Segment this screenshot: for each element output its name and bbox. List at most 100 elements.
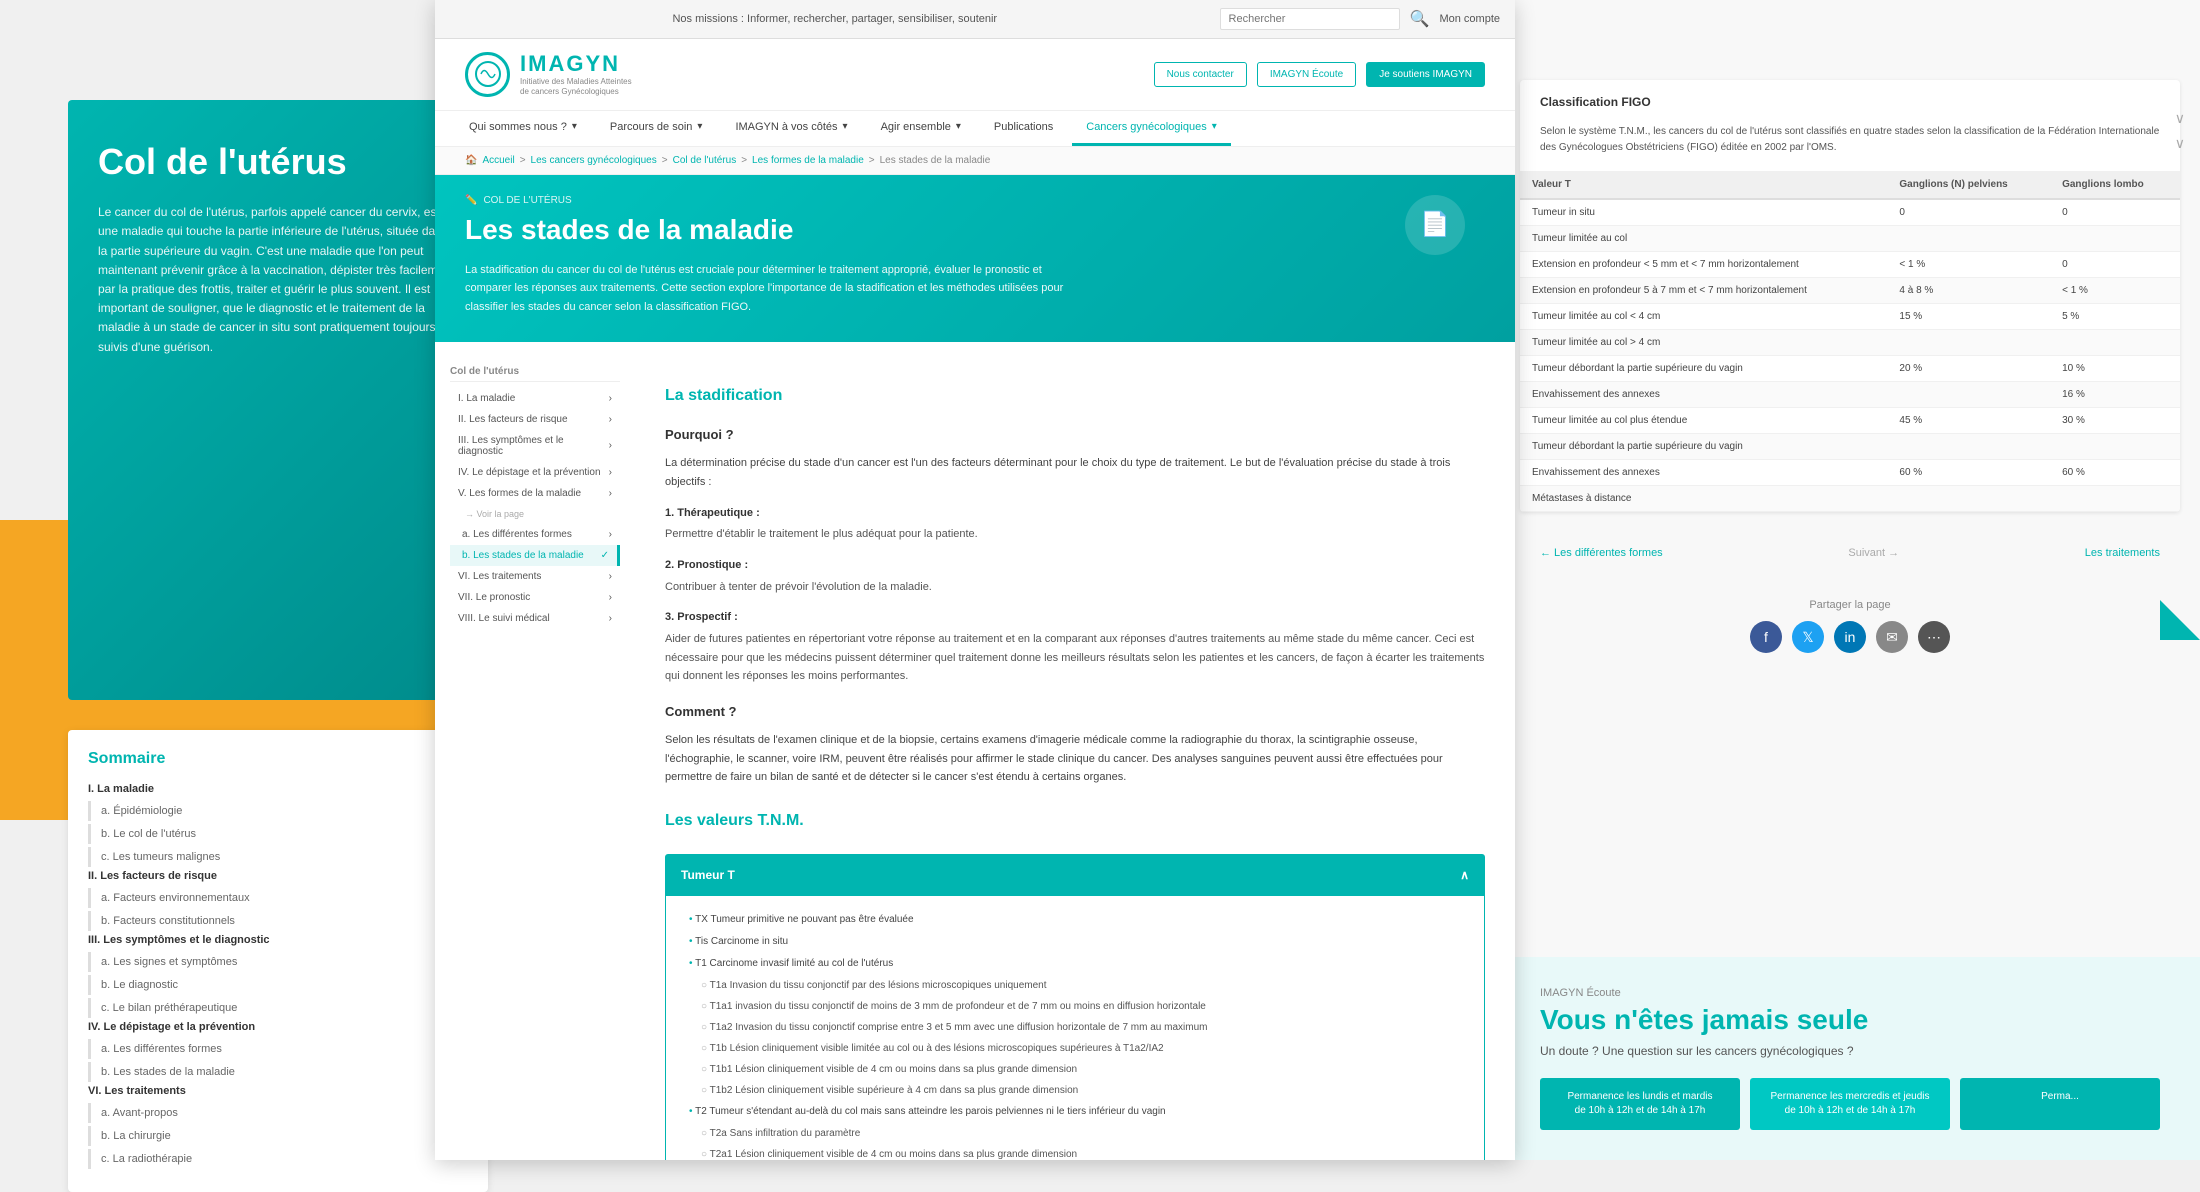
breadcrumb-cancers[interactable]: Les cancers gynécologiques [531,155,657,166]
breadcrumb-col[interactable]: Col de l'utérus [673,155,737,166]
page-intro: La stadification du cancer du col de l'u… [465,261,1065,317]
toc-section-5[interactable]: VI. Les traitements [88,1085,468,1097]
toc-item[interactable]: c. La radiothérapie [88,1149,468,1169]
tnm-t1b2: T1b2 Lésion cliniquement visible supérie… [681,1082,1469,1099]
sidebar-item-stades[interactable]: b. Les stades de la maladie ✓ [450,545,620,566]
share-title: Partager la page [1520,599,2180,611]
table-row: Tumeur in situ 0 0 [1520,199,2180,226]
chevron-down-icon: ▾ [572,121,577,132]
expand-icon-1[interactable]: ∨ [2175,110,2185,127]
logo-subtitle: Initiative des Maladies Atteintes de can… [520,77,632,98]
sidebar-item-formes[interactable]: V. Les formes de la maladie › [450,483,620,504]
ecoute-button[interactable]: IMAGYN Écoute [1257,62,1356,87]
share-twitter-button[interactable]: 𝕏 [1792,621,1824,653]
browser-url: Nos missions : Informer, rechercher, par… [450,13,1220,25]
logo-name: IMAGYN [520,51,632,77]
tnm-accordion: Tumeur T ∧ TX Tumeur primitive ne pouvan… [665,854,1485,1160]
tnm-t1a: T1a Invasion du tissu conjonctif par des… [681,977,1469,994]
chevron-down-icon: ▾ [843,121,848,132]
toc-item[interactable]: a. Les différentes formes [88,1039,468,1059]
sidebar-item-voir-page[interactable]: → Voir la page [450,504,620,524]
ecoute-title: Vous n'êtes jamais seule [1540,1004,2160,1036]
figo-classification-table: Valeur T Ganglions (N) pelviens Ganglion… [1520,171,2180,512]
toc-item[interactable]: b. La chirurgie [88,1126,468,1146]
next-page-link[interactable]: Les traitements [2085,547,2160,559]
tnm-t1b: T1b Lésion cliniquement visible limitée … [681,1040,1469,1057]
tnm-tx: TX Tumeur primitive ne pouvant pas être … [681,911,1469,928]
search-icon[interactable]: 🔍 [1410,9,1430,29]
nav-item-cancers[interactable]: Cancers gynécologiques ▾ [1072,111,1231,146]
nav-item-publications[interactable]: Publications [980,111,1067,146]
site-header: IMAGYN Initiative des Maladies Atteintes… [435,39,1515,147]
share-other-button[interactable]: ⋯ [1918,621,1950,653]
toc-title: Sommaire [88,750,468,768]
logo-text-area: IMAGYN Initiative des Maladies Atteintes… [520,51,632,98]
table-row: Tumeur débordant la partie supérieure du… [1520,356,2180,382]
ecoute-schedule-1[interactable]: Permanence les lundis et mardisde 10h à … [1540,1078,1740,1130]
toc-section-4[interactable]: IV. Le dépistage et la prévention [88,1021,468,1033]
share-linkedin-button[interactable]: in [1834,621,1866,653]
table-row: Tumeur limitée au col < 4 cm 15 % 5 % [1520,304,2180,330]
breadcrumb-formes[interactable]: Les formes de la maladie [752,155,864,166]
figo-title: Classification FIGO [1520,80,2180,124]
share-facebook-button[interactable]: f [1750,621,1782,653]
ecoute-subtitle: Un doute ? Une question sur les cancers … [1540,1044,2160,1058]
sidebar-item-symptomes[interactable]: III. Les symptômes et le diagnostic › [450,430,620,462]
tnm-t1a2: T1a2 Invasion du tissu conjonctif compri… [681,1019,1469,1036]
expand-icons: ∨ ∨ [2175,110,2185,152]
objectif-1: 1. Thérapeutique : Permettre d'établir l… [665,504,1485,544]
breadcrumb-home[interactable]: Accueil [482,155,514,166]
sidebar-item-risque[interactable]: II. Les facteurs de risque › [450,409,620,430]
toc-item[interactable]: c. Les tumeurs malignes [88,847,468,867]
nav-item-qui[interactable]: Qui sommes nous ? ▾ [455,111,591,146]
col-valeur-t: Valeur T [1520,171,1887,199]
tumeur-t-header[interactable]: Tumeur T ∧ [666,855,1484,895]
table-row: Tumeur limitée au col > 4 cm [1520,330,2180,356]
tnm-t1a1: T1a1 invasion du tissu conjonctif de moi… [681,998,1469,1015]
nav-item-imagyn[interactable]: IMAGYN à vos côtés ▾ [721,111,861,146]
search-input[interactable] [1220,8,1400,30]
objectif-2: 2. Pronostique : Contribuer à tenter de … [665,556,1485,596]
toc-item[interactable]: b. Le diagnostic [88,975,468,995]
category-icon: ✏️ [465,195,477,206]
toc-item[interactable]: a. Facteurs environnementaux [88,888,468,908]
sidebar-item-pronostic[interactable]: VII. Le pronostic › [450,587,620,608]
sidebar-item-maladie[interactable]: I. La maladie › [450,388,620,409]
logo-area: IMAGYN Initiative des Maladies Atteintes… [465,51,632,98]
toc-section-3[interactable]: III. Les symptômes et le diagnostic [88,934,468,946]
nav-item-parcours[interactable]: Parcours de soin ▾ [596,111,717,146]
expand-icon-2[interactable]: ∨ [2175,135,2185,152]
toc-item[interactable]: a. Épidémiologie [88,801,468,821]
toc-item[interactable]: b. Facteurs constitutionnels [88,911,468,931]
chevron-up-icon: ∧ [1460,865,1469,885]
page-header: ✏️ COL DE L'UTÉRUS Les stades de la mala… [435,175,1515,342]
toc-item[interactable]: b. Le col de l'utérus [88,824,468,844]
ecoute-schedule-2[interactable]: Permanence les mercredis et jeudisde 10h… [1750,1078,1950,1130]
sidebar-item-diff-formes[interactable]: a. Les différentes formes › [450,524,620,545]
join-button[interactable]: Je soutiens IMAGYN [1366,62,1485,87]
toc-item[interactable]: c. Le bilan préthérapeutique [88,998,468,1018]
toc-item[interactable]: a. Les signes et symptômes [88,952,468,972]
ecoute-schedule-3[interactable]: Perma... [1960,1078,2160,1130]
table-row: Métastases à distance [1520,486,2180,512]
share-email-button[interactable]: ✉ [1876,621,1908,653]
left-intro-panel: Col de l'utérus Le cancer du col de l'ut… [68,100,488,700]
toc-section-2[interactable]: II. Les facteurs de risque [88,870,468,882]
toc-section-1[interactable]: I. La maladie [88,783,468,795]
account-link[interactable]: Mon compte [1439,13,1500,25]
table-row: Envahissement des annexes 60 % 60 % [1520,460,2180,486]
pourquoi-title: Pourquoi ? [665,424,1485,446]
nav-item-agir[interactable]: Agir ensemble ▾ [867,111,975,146]
toc-item[interactable]: a. Avant-propos [88,1103,468,1123]
contact-button[interactable]: Nous contacter [1154,62,1247,87]
tnm-t1: T1 Carcinome invasif limité au col de l'… [681,955,1469,972]
tnm-t2a: T2a Sans infiltration du paramètre [681,1125,1469,1142]
toc-item[interactable]: b. Les stades de la maladie [88,1062,468,1082]
sidebar-item-suivi[interactable]: VIII. Le suivi médical › [450,608,620,629]
sidebar-item-traitements[interactable]: VI. Les traitements › [450,566,620,587]
prev-page-link[interactable]: ← Les différentes formes [1540,547,1663,559]
main-content: Col de l'utérus I. La maladie › II. Les … [435,342,1515,1160]
document-icon: 📄 [1405,195,1465,255]
sidebar-item-depistage[interactable]: IV. Le dépistage et la prévention › [450,462,620,483]
stadification-title: La stadification [665,382,1485,409]
